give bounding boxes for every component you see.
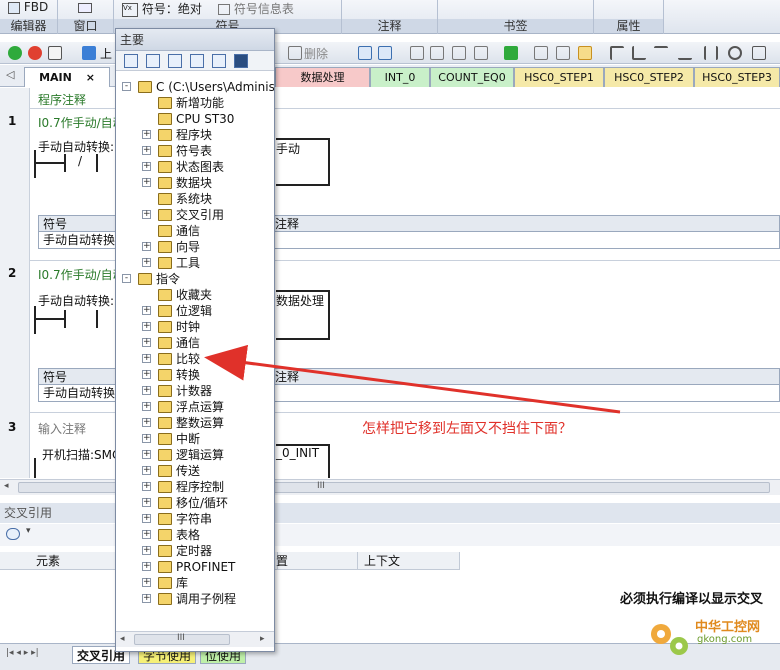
watermark-gear-icon bbox=[651, 624, 688, 655]
annotation-text: 怎样把它移到左面又不挡住下面？ bbox=[362, 421, 572, 437]
watermark: 中华工控网 gkong.com bbox=[645, 612, 775, 662]
watermark-url: gkong.com bbox=[697, 634, 753, 645]
annotation-arrow bbox=[204, 344, 621, 414]
watermark-name: 中华工控网 bbox=[695, 620, 761, 635]
